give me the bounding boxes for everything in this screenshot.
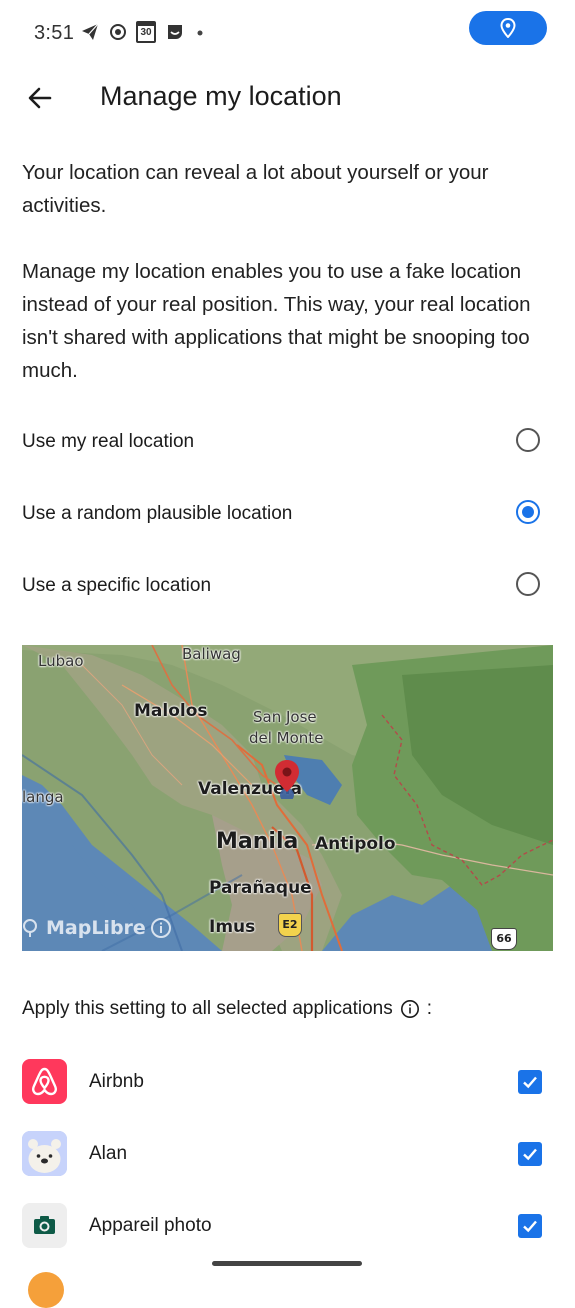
status-time: 3:51: [34, 22, 75, 44]
app-checkbox-alan[interactable]: [518, 1142, 542, 1166]
radio-real-location[interactable]: [516, 428, 540, 452]
list-item[interactable]: Alan: [0, 1118, 575, 1190]
radio-specific-location[interactable]: [516, 572, 540, 596]
map-label-antipolo: Antipolo: [315, 834, 396, 854]
map-attribution[interactable]: MapLibre: [22, 917, 172, 939]
road-shield-66: 66: [491, 928, 517, 950]
page-title: Manage my location: [100, 81, 342, 111]
sticker-icon: [168, 25, 182, 39]
map-label-paranaque: Parañaque: [209, 878, 312, 898]
airbnb-icon: [22, 1059, 67, 1104]
intro-paragraph-2: Manage my location enables you to use a …: [22, 260, 531, 382]
option-random-location[interactable]: Use a random plausible location: [0, 485, 575, 545]
map-label-langa: langa: [22, 788, 64, 806]
map-label-baliwag: Baliwag: [182, 645, 241, 663]
apply-label-suffix: :: [426, 998, 432, 1019]
status-icons: 30: [80, 21, 206, 43]
map-label-del-monte: del Monte: [249, 729, 324, 747]
app-name: Alan: [89, 1143, 128, 1164]
dot-icon: [197, 30, 203, 36]
calendar-day: 30: [140, 27, 152, 38]
info-icon[interactable]: [400, 999, 420, 1019]
map-label-manila: Manila: [216, 829, 299, 854]
apply-setting-label: Apply this setting to all selected appli…: [22, 998, 432, 1020]
option-real-location[interactable]: Use my real location: [0, 413, 575, 473]
app-checkbox-appareil-photo[interactable]: [518, 1214, 542, 1238]
location-map[interactable]: Lubao Baliwag Malolos San Jose del Monte…: [22, 645, 553, 951]
back-button[interactable]: [20, 78, 60, 118]
camera-icon: [22, 1203, 67, 1248]
check-icon: [523, 1148, 537, 1161]
record-icon: [110, 24, 126, 40]
status-bar: 3:51 30: [0, 0, 575, 70]
option-label: Use a random plausible location: [22, 503, 293, 524]
list-item[interactable]: Airbnb: [0, 1046, 575, 1118]
check-icon: [523, 1220, 537, 1233]
navigation-handle[interactable]: [212, 1261, 362, 1266]
location-status-pill[interactable]: [469, 11, 547, 45]
map-attribution-label: MapLibre: [46, 917, 146, 939]
next-app-icon: [28, 1272, 64, 1308]
maplibre-logo-icon: [23, 919, 37, 937]
location-pin-icon: [500, 18, 516, 38]
intro-paragraph-1: Your location can reveal a lot about you…: [22, 161, 489, 217]
map-label-imus: Imus: [209, 917, 256, 937]
road-shield-label: 66: [496, 932, 512, 945]
option-label: Use my real location: [22, 431, 195, 452]
map-marker-icon[interactable]: [273, 759, 301, 799]
check-icon: [523, 1076, 537, 1089]
list-item[interactable]: Appareil photo: [0, 1190, 575, 1262]
telegram-icon: [82, 23, 99, 40]
road-shield-label: E2: [282, 918, 298, 931]
arrow-left-icon: [28, 87, 52, 109]
app-name: Airbnb: [89, 1071, 144, 1092]
radio-random-location[interactable]: [516, 500, 540, 524]
app-bar: Manage my location: [0, 70, 575, 126]
app-checkbox-airbnb[interactable]: [518, 1070, 542, 1094]
road-shield-e2: E2: [278, 913, 302, 937]
info-icon[interactable]: [150, 917, 172, 939]
alan-icon: [22, 1131, 67, 1176]
map-label-san-jose: San Jose: [253, 708, 317, 726]
option-label: Use a specific location: [22, 575, 212, 596]
apply-label-text: Apply this setting to all selected appli…: [22, 998, 393, 1019]
map-label-malolos: Malolos: [134, 701, 208, 721]
calendar-icon: 30: [136, 21, 156, 43]
app-name: Appareil photo: [89, 1215, 212, 1236]
option-specific-location[interactable]: Use a specific location: [0, 557, 575, 617]
map-label-lubao: Lubao: [38, 652, 84, 670]
